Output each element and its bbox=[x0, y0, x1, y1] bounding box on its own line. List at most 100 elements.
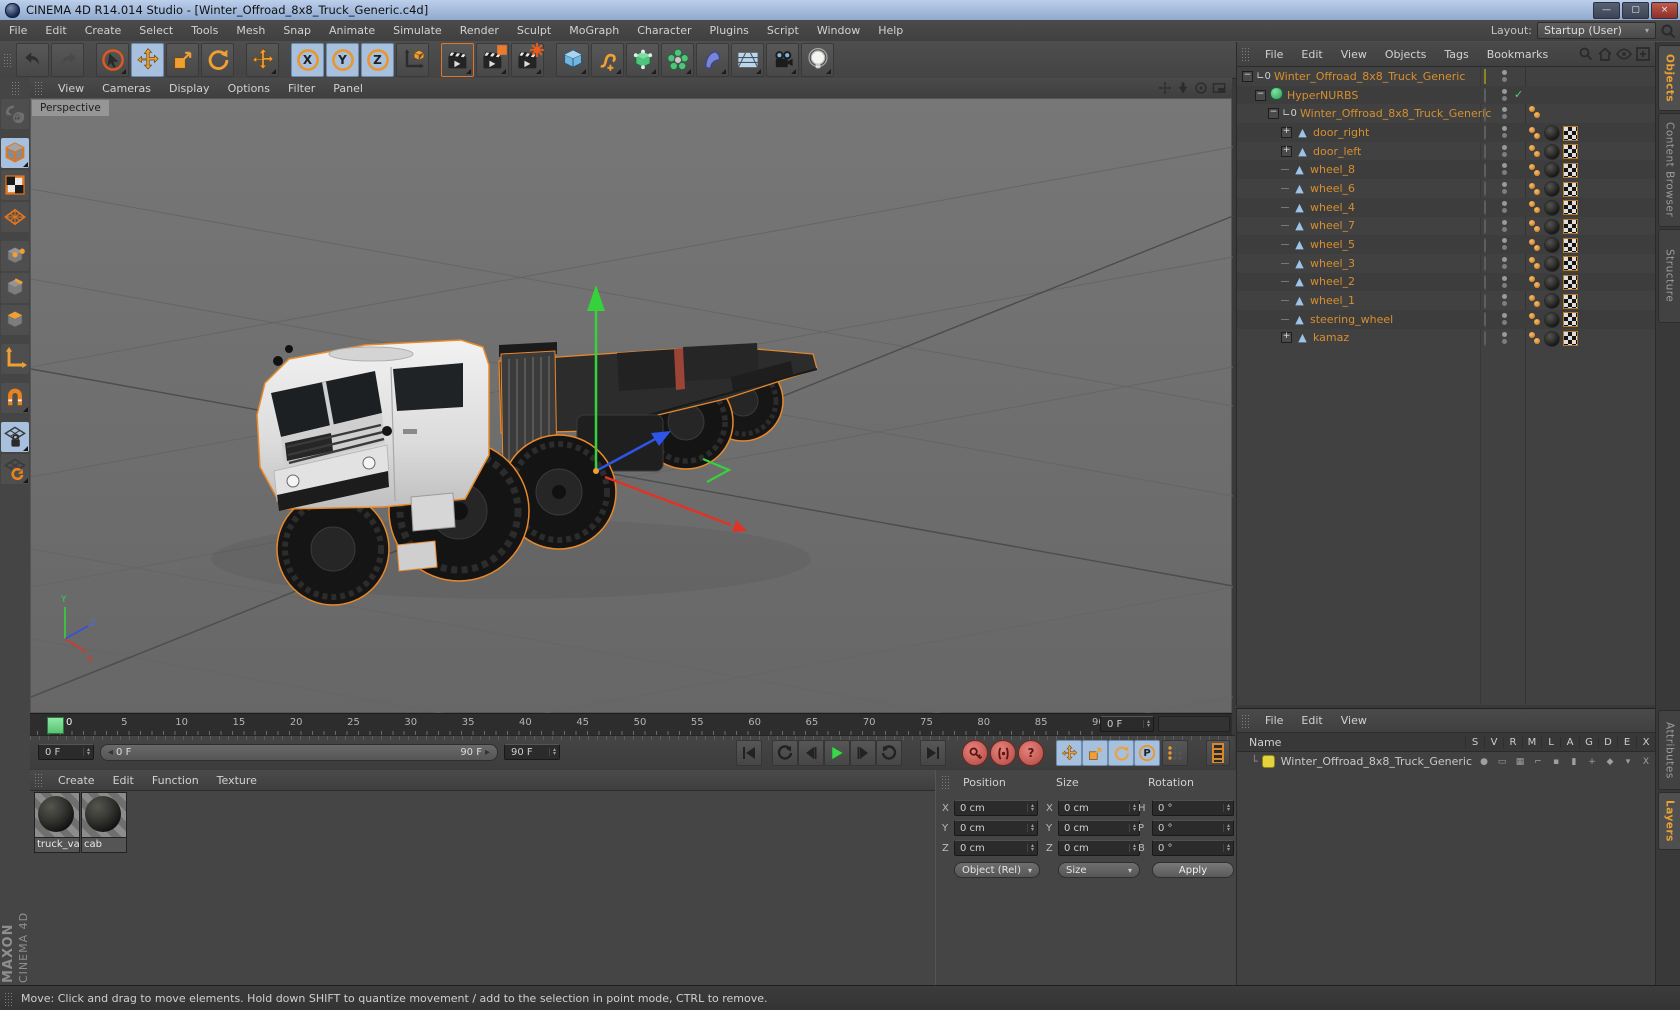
material-tag-icon[interactable] bbox=[1544, 218, 1560, 235]
object-tree-row[interactable]: ▲ steering_wheel bbox=[1237, 309, 1655, 329]
preview-range-slider[interactable]: ◂ 0 F 90 F ▸ bbox=[100, 744, 498, 761]
phong-tag-icon[interactable] bbox=[1529, 201, 1541, 214]
menu-sculpt[interactable]: Sculpt bbox=[508, 20, 560, 41]
render-region-button[interactable] bbox=[476, 42, 509, 77]
phong-tag-icon[interactable] bbox=[1529, 313, 1541, 326]
layer-manager-menu-edit[interactable]: Edit bbox=[1292, 710, 1331, 731]
editor-render-dots-icon[interactable] bbox=[1502, 200, 1507, 213]
visibility-dot-icon[interactable] bbox=[1484, 162, 1486, 178]
object-name[interactable]: door_right bbox=[1313, 126, 1369, 139]
object-tree-row[interactable]: ▲ wheel_2 bbox=[1237, 272, 1655, 292]
goto-previous-key-button[interactable] bbox=[772, 740, 798, 766]
material-preview-sphere[interactable] bbox=[81, 792, 127, 838]
add-cloner-button[interactable] bbox=[661, 42, 694, 77]
play-button[interactable] bbox=[824, 740, 850, 766]
material-tag-icon[interactable] bbox=[1544, 330, 1560, 347]
lock-x-axis-button[interactable]: X bbox=[291, 42, 324, 77]
toolbar-drag-handle[interactable] bbox=[3, 52, 12, 67]
layer-color-icon[interactable] bbox=[1484, 69, 1486, 85]
visibility-dot-icon[interactable] bbox=[1484, 200, 1486, 216]
viewport-menu-panel[interactable]: Panel bbox=[324, 78, 372, 99]
phong-tag-icon[interactable] bbox=[1529, 257, 1541, 270]
coord-value-field[interactable]: 0 ° ▴ ▾ bbox=[1152, 820, 1234, 836]
object-name[interactable]: wheel_8 bbox=[1310, 163, 1355, 176]
phong-tag-icon[interactable] bbox=[1529, 294, 1541, 308]
visibility-dot-icon[interactable] bbox=[1484, 181, 1486, 197]
command-search-icon[interactable] bbox=[1660, 23, 1676, 39]
live-selection-tool[interactable] bbox=[96, 42, 129, 77]
status-bar-drag-handle[interactable] bbox=[4, 991, 13, 1006]
previous-frame-button[interactable] bbox=[798, 740, 824, 766]
object-manager-drag-handle[interactable] bbox=[1241, 47, 1250, 61]
visibility-dot-icon[interactable] bbox=[1484, 218, 1486, 234]
add-camera-button[interactable] bbox=[766, 42, 799, 77]
coord-value-field[interactable]: 0 ° ▴ ▾ bbox=[1152, 840, 1234, 856]
expand-icon[interactable]: + bbox=[1281, 126, 1292, 138]
uvw-tag-icon[interactable] bbox=[1563, 181, 1578, 197]
size-mode-dropdown[interactable]: Size ▾ bbox=[1058, 862, 1140, 878]
perspective-viewport[interactable]: Y Z X bbox=[30, 98, 1234, 1010]
coord-value-field[interactable]: 0 ° ▴ ▾ bbox=[1152, 800, 1234, 816]
phong-tag-icon[interactable] bbox=[1529, 238, 1541, 252]
add-spline-button[interactable] bbox=[591, 42, 624, 77]
spinner-icon[interactable]: ▴ ▾ bbox=[1222, 803, 1233, 813]
uvw-tag-icon[interactable] bbox=[1563, 200, 1578, 216]
render-settings-button[interactable] bbox=[511, 42, 544, 77]
current-frame-field[interactable]: 0 F ▴ ▾ bbox=[1100, 716, 1154, 732]
layer-manager-drag-handle[interactable] bbox=[1241, 713, 1250, 728]
key-position-button[interactable] bbox=[1056, 740, 1082, 766]
material-name[interactable]: cab bbox=[81, 838, 127, 853]
lock-z-axis-button[interactable]: Z bbox=[361, 42, 394, 77]
visibility-dot-icon[interactable] bbox=[1484, 106, 1486, 122]
keyframe-selection-button[interactable]: ? bbox=[1018, 740, 1044, 766]
axis-mode-button[interactable] bbox=[1, 344, 29, 374]
menu-plugins[interactable]: Plugins bbox=[701, 20, 758, 41]
spinner-icon[interactable]: ▴ ▾ bbox=[1222, 823, 1233, 833]
editor-render-dots-icon[interactable] bbox=[1502, 238, 1507, 251]
object-tree-row[interactable]: − ∟0 Winter_Offroad_8x8_Truck_Generic bbox=[1237, 67, 1655, 86]
spinner-icon[interactable]: ▴ ▾ bbox=[1026, 823, 1037, 833]
menu-mesh[interactable]: Mesh bbox=[227, 20, 274, 41]
spinner-icon[interactable]: ▴ ▾ bbox=[1026, 843, 1037, 853]
material-menu-function[interactable]: Function bbox=[143, 770, 208, 791]
menu-window[interactable]: Window bbox=[808, 20, 869, 41]
editor-render-dots-icon[interactable] bbox=[1502, 294, 1507, 307]
coordinates-drag-handle[interactable] bbox=[941, 775, 950, 789]
layer-toggle-g-icon[interactable]: + bbox=[1583, 757, 1601, 767]
material-tag-icon[interactable] bbox=[1544, 274, 1560, 291]
menu-script[interactable]: Script bbox=[758, 20, 808, 41]
material-item[interactable]: truck_va bbox=[34, 792, 80, 853]
spinner-icon[interactable]: ▴ ▾ bbox=[1222, 843, 1233, 853]
render-view-button[interactable] bbox=[441, 42, 474, 77]
object-tree-row[interactable]: ▲ wheel_1 bbox=[1237, 291, 1655, 310]
panel-tab-attributes[interactable]: Attributes bbox=[1658, 710, 1680, 790]
coord-value-field[interactable]: 0 cm ▴ ▾ bbox=[954, 840, 1038, 856]
menu-help[interactable]: Help bbox=[869, 20, 912, 41]
coord-value-field[interactable]: 0 cm ▴ ▾ bbox=[1058, 840, 1140, 856]
menu-file[interactable]: File bbox=[0, 20, 36, 41]
palette-drag-handle[interactable] bbox=[10, 81, 20, 95]
object-name[interactable]: kamaz bbox=[1313, 331, 1349, 344]
material-menu-texture[interactable]: Texture bbox=[208, 770, 266, 791]
visibility-dot-icon[interactable] bbox=[1484, 293, 1486, 309]
material-tag-icon[interactable] bbox=[1544, 293, 1560, 310]
editor-render-dots-icon[interactable] bbox=[1502, 126, 1507, 139]
object-tree-row[interactable]: ▲ wheel_5 bbox=[1237, 235, 1655, 254]
panel-tab-objects[interactable]: Objects bbox=[1658, 45, 1680, 111]
spinner-icon[interactable]: ▴ ▾ bbox=[548, 747, 559, 757]
key-parameter-button[interactable]: P bbox=[1134, 740, 1160, 766]
range-left-arrow-icon[interactable]: ◂ bbox=[108, 747, 113, 758]
timeline-film-icon[interactable] bbox=[1206, 740, 1230, 766]
menu-tools[interactable]: Tools bbox=[182, 20, 227, 41]
object-tree-row[interactable]: − ∟0 Winter_Offroad_8x8_Truck_Generic bbox=[1237, 104, 1655, 123]
uvw-tag-icon[interactable] bbox=[1563, 275, 1578, 291]
undo-button[interactable] bbox=[16, 42, 49, 77]
spinner-icon[interactable]: ▴ ▾ bbox=[1142, 719, 1153, 729]
phong-tag-icon[interactable] bbox=[1529, 182, 1541, 196]
goto-next-key-button[interactable] bbox=[876, 740, 902, 766]
uvw-tag-icon[interactable] bbox=[1563, 144, 1578, 160]
last-used-tool[interactable] bbox=[246, 42, 279, 77]
rotate-tool[interactable] bbox=[201, 42, 234, 77]
menu-character[interactable]: Character bbox=[628, 20, 700, 41]
menu-snap[interactable]: Snap bbox=[274, 20, 320, 41]
